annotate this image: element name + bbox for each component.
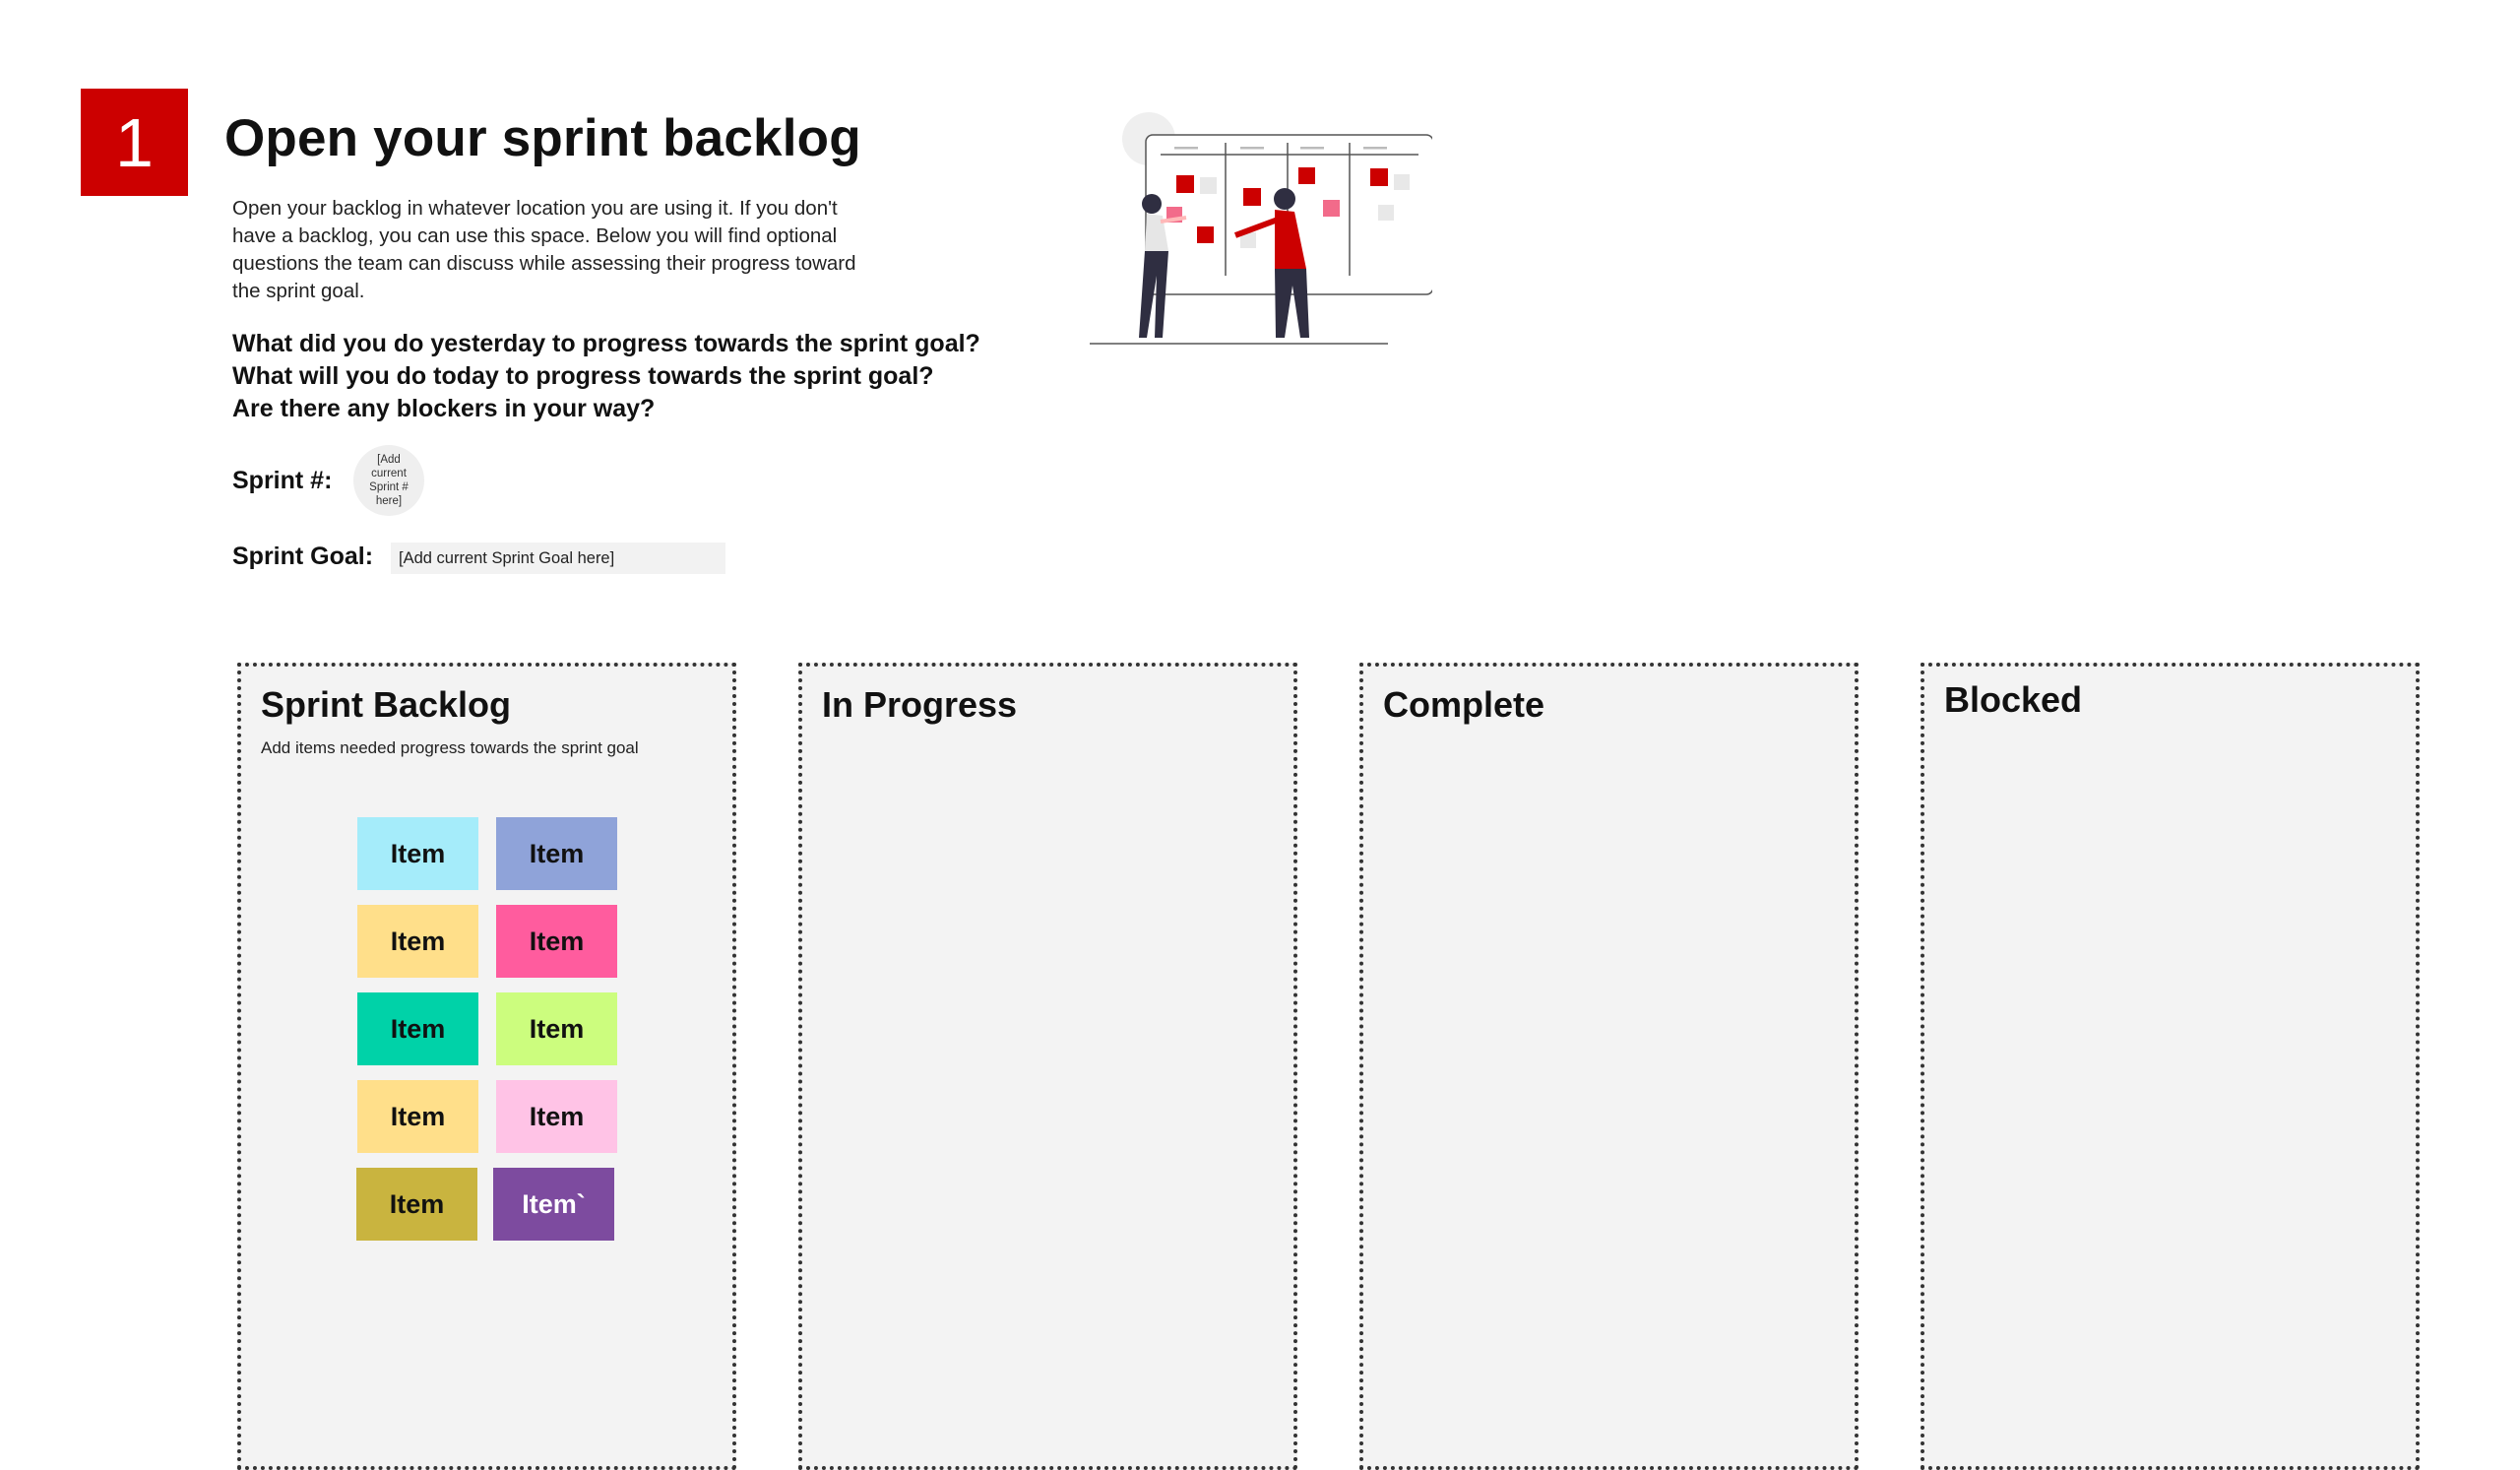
discussion-questions: What did you do yesterday to progress to…	[232, 328, 980, 425]
column-title: In Progress	[822, 684, 1018, 725]
column-title: Blocked	[1944, 679, 2083, 720]
sticky-note[interactable]: Item	[357, 992, 478, 1065]
sticky-note[interactable]: Item	[496, 992, 617, 1065]
sprint-number-label: Sprint #:	[232, 467, 333, 494]
kanban-board-illustration	[1090, 112, 1432, 345]
sticky-note[interactable]: Item	[496, 905, 617, 978]
column-complete[interactable]: Complete	[1359, 663, 1858, 1470]
column-title: Sprint Backlog	[261, 684, 512, 725]
sticky-note[interactable]: Item	[496, 1080, 617, 1153]
sticky-note[interactable]: Item	[357, 1080, 478, 1153]
column-subtitle: Add items needed progress towards the sp…	[261, 738, 639, 757]
page-title: Open your sprint backlog	[224, 109, 861, 167]
sprint-number-field[interactable]: [Add current Sprint # here]	[353, 445, 424, 516]
question-today: What will you do today to progress towar…	[232, 362, 934, 390]
step-number-badge: 1	[81, 89, 188, 196]
sticky-note[interactable]: Item`	[493, 1168, 614, 1241]
sticky-note[interactable]: Item	[496, 817, 617, 890]
column-blocked[interactable]: Blocked	[1921, 663, 2420, 1470]
sticky-note[interactable]: Item	[357, 817, 478, 890]
question-yesterday: What did you do yesterday to progress to…	[232, 330, 980, 357]
sprint-goal-field[interactable]: [Add current Sprint Goal here]	[391, 543, 725, 574]
question-blockers: Are there any blockers in your way?	[232, 395, 656, 422]
column-in-progress[interactable]: In Progress	[798, 663, 1297, 1470]
column-sprint-backlog[interactable]: Sprint Backlog Add items needed progress…	[237, 663, 736, 1470]
sticky-note[interactable]: Item	[357, 905, 478, 978]
column-title: Complete	[1383, 684, 1545, 725]
sticky-note[interactable]: Item	[356, 1168, 477, 1241]
sprint-goal-label: Sprint Goal:	[232, 543, 374, 570]
intro-text: Open your backlog in whatever location y…	[232, 197, 856, 302]
